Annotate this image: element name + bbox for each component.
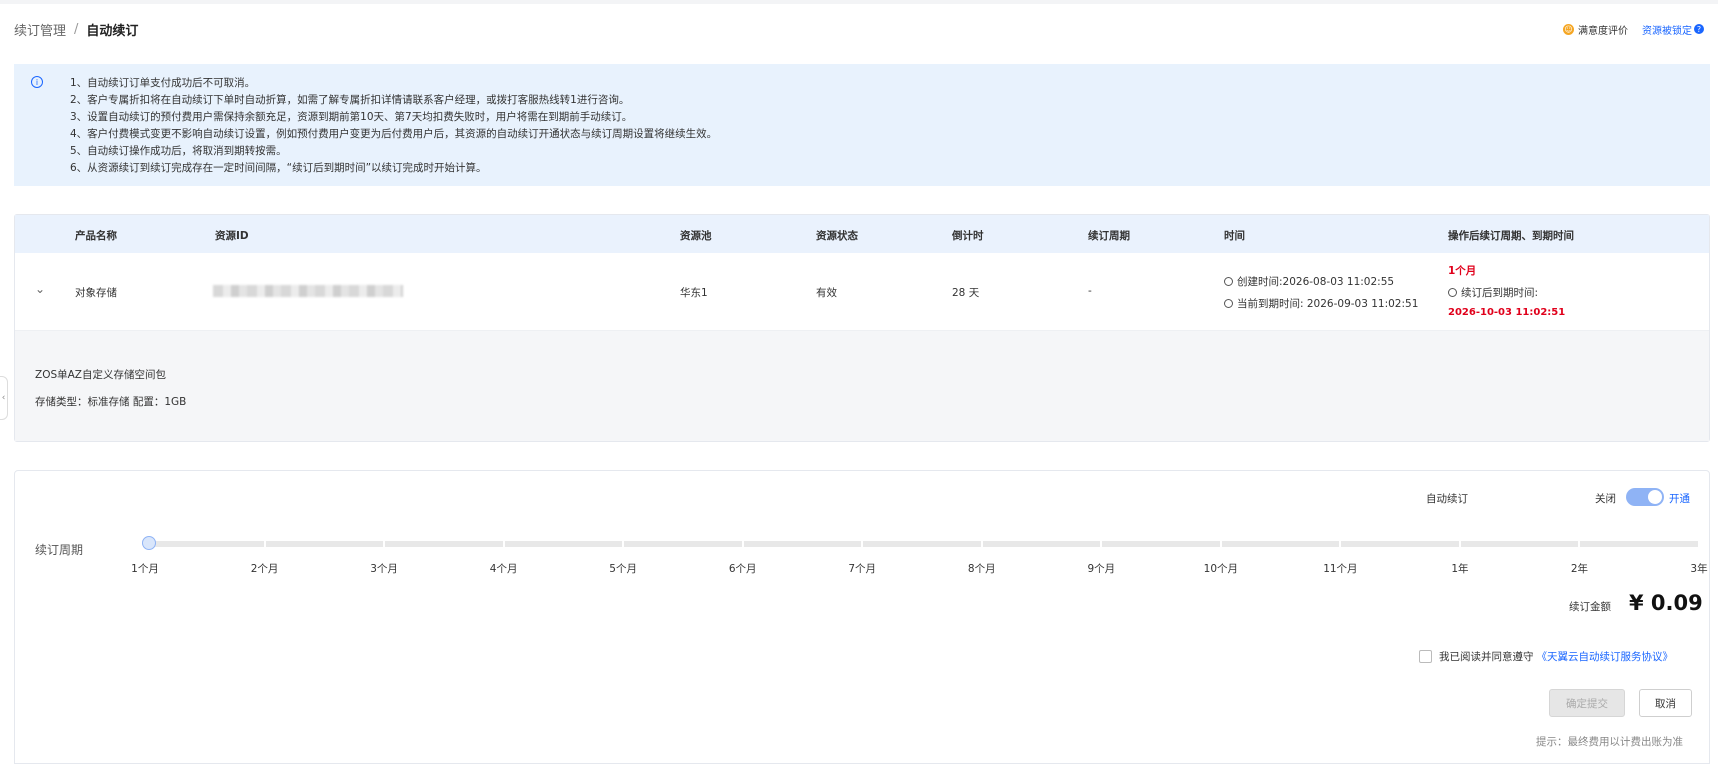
auto-renew-label: 自动续订 <box>1426 493 1468 505</box>
slider-segment[interactable] <box>385 541 503 547</box>
resource-id-blurred <box>213 285 403 297</box>
slider-tick-label[interactable]: 2个月 <box>251 561 279 576</box>
cell-product: 对象存储 <box>75 287 117 299</box>
toggle-on-label: 开通 <box>1669 493 1690 505</box>
col-product-name: 产品名称 <box>75 230 117 242</box>
slider-handle[interactable] <box>142 536 156 550</box>
resource-locked-link[interactable]: 资源被锁定 <box>1642 22 1692 37</box>
col-countdown: 倒计时 <box>952 230 984 242</box>
slider-tick-label[interactable]: 1个月 <box>131 561 159 576</box>
auto-renew-toggle[interactable] <box>1626 488 1664 506</box>
notice-list: 1、自动续订订单支付成功后不可取消。 2、客户专属折扣将在自动续订下单时自动折算… <box>32 75 1710 177</box>
new-expiry-time: 2026-10-03 11:02:51 <box>1448 307 1566 318</box>
satisfaction-link[interactable]: 满意度评价 <box>1578 22 1628 37</box>
fee-hint: 提示：最终费用以计费出账为准 <box>1536 736 1683 748</box>
cancel-button[interactable]: 取消 <box>1639 689 1692 717</box>
col-resource-status: 资源状态 <box>816 230 858 242</box>
slider-tick-label[interactable]: 7个月 <box>848 561 876 576</box>
slider-tick-label[interactable]: 2年 <box>1571 561 1588 576</box>
slider-segment[interactable] <box>624 541 742 547</box>
slider-segment[interactable] <box>743 541 862 547</box>
header-actions: ☺ 满意度评价 资源被锁定 ? <box>1563 22 1704 37</box>
side-collapse-tab[interactable]: ‹ <box>0 376 8 420</box>
col-time: 时间 <box>1224 230 1245 242</box>
cell-status: 有效 <box>816 287 837 299</box>
resource-table: 产品名称 资源ID 资源池 资源状态 倒计时 续订周期 时间 操作后续订周期、到… <box>14 214 1710 442</box>
slider-tick-label[interactable]: 8个月 <box>968 561 996 576</box>
table-row: ⌄ 对象存储 华东1 有效 28 天 - 创建时间:2026-08-03 11:… <box>15 253 1709 331</box>
chevron-down-icon[interactable]: ⌄ <box>35 282 45 296</box>
col-after-renew: 操作后续订周期、到期时间 <box>1448 230 1574 242</box>
new-period: 1个月 <box>1448 265 1477 277</box>
created-time: 创建时间:2026-08-03 11:02:55 <box>1237 276 1395 288</box>
page-title: 自动续订 <box>86 23 139 39</box>
top-bar <box>0 0 1718 4</box>
slider-tick-label[interactable]: 5个月 <box>609 561 637 576</box>
slider-tick-label[interactable]: 10个月 <box>1204 561 1238 576</box>
detail-title: ZOS单AZ自定义存储空间包 <box>35 369 166 381</box>
slider-segment[interactable] <box>1102 541 1220 547</box>
slider-segment[interactable] <box>265 541 384 547</box>
breadcrumb-separator: / <box>74 21 79 37</box>
slider-segment[interactable] <box>146 541 264 547</box>
notice-item: 5、自动续订操作成功后，将取消到期转按需。 <box>70 145 287 157</box>
col-renew-period: 续订周期 <box>1088 230 1130 242</box>
slider-segment[interactable] <box>863 541 981 547</box>
col-resource-id: 资源ID <box>215 230 249 242</box>
period-slider[interactable] <box>142 536 1699 550</box>
help-icon[interactable]: ? <box>1694 24 1704 34</box>
current-expiry-time: 当前到期时间: 2026-09-03 11:02:51 <box>1237 298 1419 310</box>
confirm-submit-button[interactable]: 确定提交 <box>1549 689 1625 717</box>
toggle-knob <box>1648 490 1662 504</box>
cell-current-expiry: 当前到期时间: 2026-09-03 11:02:51 <box>1224 296 1418 311</box>
clock-icon <box>1224 277 1233 286</box>
breadcrumb-renewal-management[interactable]: 续订管理 <box>14 20 66 39</box>
table-header: 产品名称 资源ID 资源池 资源状态 倒计时 续订周期 时间 操作后续订周期、到… <box>15 215 1709 253</box>
agreement-link[interactable]: 《天翼云自动续订服务协议》 <box>1537 649 1674 664</box>
row-detail: ZOS单AZ自定义存储空间包 存储类型：标准存储 配置：1GB <box>15 331 1709 441</box>
agree-checkbox[interactable] <box>1419 650 1432 663</box>
slider-tick-label[interactable]: 3个月 <box>370 561 398 576</box>
slider-segment[interactable] <box>982 541 1101 547</box>
info-icon: i <box>31 76 43 88</box>
slider-tick-label[interactable]: 6个月 <box>729 561 757 576</box>
slider-tick-label[interactable]: 1年 <box>1451 561 1468 576</box>
toggle-off-label: 关闭 <box>1595 493 1616 505</box>
slider-segment[interactable] <box>504 541 623 547</box>
notice-item: 4、客户付费模式变更不影响自动续订设置，例如预付费用户变更为后付费用户后，其资源… <box>70 128 718 140</box>
cell-period: - <box>1088 285 1092 297</box>
slider-segment[interactable] <box>1580 541 1698 547</box>
clock-icon <box>1224 299 1233 308</box>
page-header: 续订管理 / 自动续订 ☺ 满意度评价 资源被锁定 ? <box>14 18 1704 40</box>
cell-countdown: 28 天 <box>952 287 980 299</box>
breadcrumb: 续订管理 / 自动续订 <box>14 20 138 39</box>
renew-panel: 自动续订 关闭 开通 续订周期 1个月 2个月 3个月 4个月 5个月 6个月 7个月 8个月… <box>14 470 1710 764</box>
notice-item: 2、客户专属折扣将在自动续订下单时自动折算，如需了解专属折扣详情请联系客户经理，… <box>70 94 630 106</box>
slider-tick-label[interactable]: 11个月 <box>1323 561 1357 576</box>
cell-created: 创建时间:2026-08-03 11:02:55 <box>1224 274 1394 289</box>
notice-item: 3、设置自动续订的预付费用户需保持余额充足，资源到期前第10天、第7天均扣费失败… <box>70 111 633 123</box>
slider-segment[interactable] <box>1460 541 1579 547</box>
period-label: 续订周期 <box>35 543 84 557</box>
detail-spec: 存储类型：标准存储 配置：1GB <box>35 396 187 408</box>
price-label: 续订金额 <box>1569 601 1611 613</box>
new-expiry-label-wrap: 续订后到期时间: <box>1448 285 1538 300</box>
slider-tick-label[interactable]: 3年 <box>1690 561 1707 576</box>
notice-item: 1、自动续订订单支付成功后不可取消。 <box>70 77 256 89</box>
renew-price: ¥ 0.09 <box>1629 591 1703 615</box>
agree-text: 我已阅读并同意遵守 <box>1439 651 1534 663</box>
slider-segment[interactable] <box>1341 541 1459 547</box>
slider-tick-label[interactable]: 9个月 <box>1087 561 1115 576</box>
col-resource-pool: 资源池 <box>680 230 712 242</box>
agreement-row: 我已阅读并同意遵守 《天翼云自动续订服务协议》 <box>1419 649 1673 664</box>
cell-pool: 华东1 <box>680 287 708 299</box>
smile-icon: ☺ <box>1563 23 1574 35</box>
new-expiry-label: 续订后到期时间: <box>1461 287 1539 299</box>
clock-icon <box>1448 288 1457 297</box>
notice-item: 6、从资源续订到续订完成存在一定时间间隔，“续订后到期时间”以续订完成时开始计算… <box>70 162 487 174</box>
slider-tick-label[interactable]: 4个月 <box>490 561 518 576</box>
notice-box: i 1、自动续订订单支付成功后不可取消。 2、客户专属折扣将在自动续订下单时自动… <box>14 64 1710 186</box>
slider-segment[interactable] <box>1221 541 1340 547</box>
